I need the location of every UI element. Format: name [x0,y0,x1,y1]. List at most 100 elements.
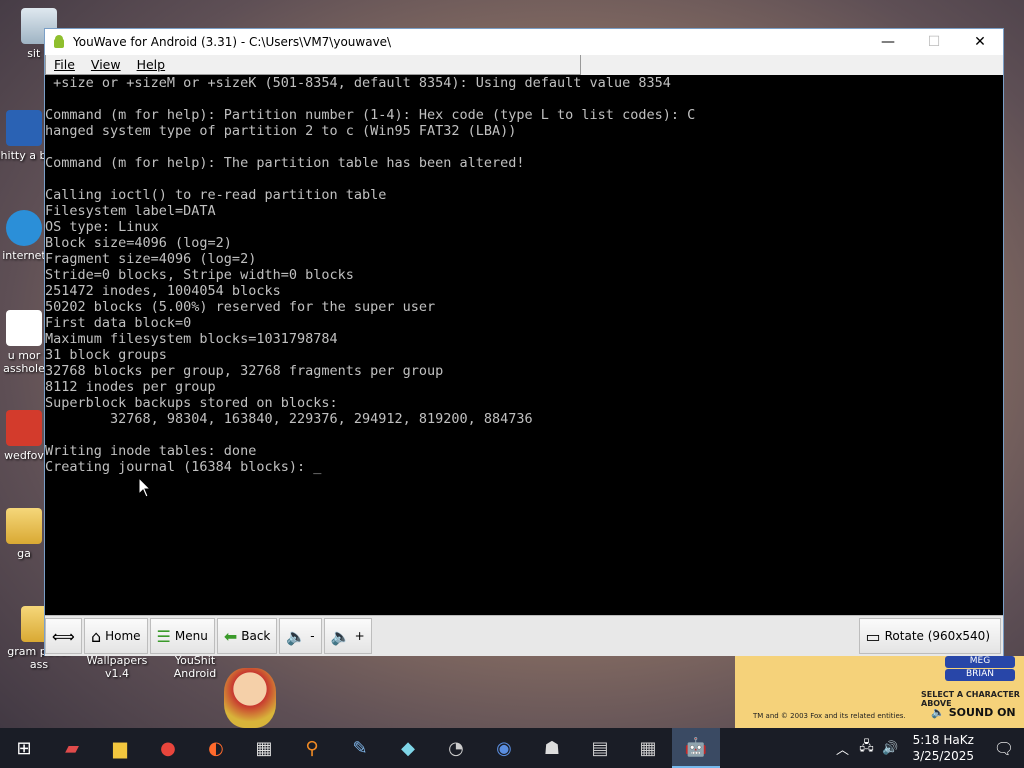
desktop-icon-label: u mor asshole [3,349,45,375]
sound-toggle[interactable]: 🔈 SOUND ON [931,706,1016,719]
taskbar-app-10[interactable]: ◉ [480,728,528,768]
terminal-line: Writing inode tables: done [45,443,257,459]
desktop-icon-label: wedfov [4,449,44,462]
menu-icon: ☰ [156,626,171,646]
app-icon [6,110,42,146]
system-tray: ︿ 🖧 🔊 5:18 HaKz 3/25/2025 🗨 [830,728,1024,768]
menu-bar: File View Help [45,55,581,75]
network-button[interactable]: 🖧 [854,728,878,768]
window-title: YouWave for Android (3.31) - C:\Users\VM… [73,35,392,49]
resize-button[interactable]: ⟺ [45,618,82,654]
search-icon: ⚲ [305,737,319,759]
terminal-line: Creating journal (16384 blocks): _ [45,459,322,475]
taskbar-file-explorer[interactable]: ▆ [96,728,144,768]
app-icon [6,410,42,446]
taskbar-app-4[interactable]: ◐ [192,728,240,768]
back-button[interactable]: ⬅ Back [216,618,278,654]
desktop-icon-youshit[interactable]: YouShit Android [160,654,230,680]
speaker-icon: 🔈 [286,626,307,646]
youwave-window: YouWave for Android (3.31) - C:\Users\VM… [44,28,1004,656]
window-icon: ▤ [591,737,609,759]
volume-up-button[interactable]: 🔈 + [323,618,372,654]
taskbar-paint[interactable]: ✎ [336,728,384,768]
desktop-icon-label: Wallpapers v1.4 [86,654,148,680]
taskbar-app-11[interactable]: ☗ [528,728,576,768]
start-button[interactable]: ⊞ [0,728,48,768]
terminal-line: Filesystem label=DATA [45,203,216,219]
minimize-button[interactable]: — [865,29,911,55]
taskbar-app-1[interactable]: ▰ [48,728,96,768]
terminal-line: 31 block groups [45,347,167,363]
taskbar-app-13[interactable]: ▦ [624,728,672,768]
chrome-icon: ● [160,737,176,759]
home-button[interactable]: ⌂ Home [83,618,148,654]
windows-icon: ⊞ [16,737,32,759]
meg-button[interactable]: MEG [945,656,1015,668]
chrome-icon [6,310,42,346]
volume-button[interactable]: 🔊 [878,728,902,768]
terminal-line: 8112 inodes per group [45,379,216,395]
terminal-line: Command (m for help): Partition number (… [45,107,696,123]
terminal-line: 50202 blocks (5.00%) reserved for the su… [45,299,436,315]
title-bar[interactable]: YouWave for Android (3.31) - C:\Users\VM… [45,29,1003,55]
sound-label: SOUND ON [948,706,1016,719]
mouse-cursor-icon [139,478,151,498]
volume-up-label: + [354,629,365,643]
gauge-icon: ◔ [448,737,464,759]
taskbar-chrome[interactable]: ● [144,728,192,768]
taskbar: ⊞ ▰ ▆ ● ◐ ▦ ⚲ ✎ ◆ ◔ ◉ ☗ ▤ ▦ 🤖 ︿ 🖧 🔊 5:18… [0,728,1024,768]
terminal-line: Superblock backups stored on blocks: [45,395,338,411]
folder-icon [6,508,42,544]
brian-button[interactable]: BRIAN [945,669,1015,681]
menu-view[interactable]: View [83,57,129,72]
action-center-button[interactable]: 🗨 [984,728,1024,768]
show-hidden-icons-button[interactable]: ︿ [830,728,854,768]
rotate-button[interactable]: ▭ Rotate (960x540) [858,618,1001,654]
speaker-icon: 🔊 [882,740,899,756]
app-icon: ◐ [208,737,224,759]
taskbar-search-app[interactable]: ⚲ [288,728,336,768]
desktop-icon-wallpapers[interactable]: Wallpapers v1.4 [82,654,152,680]
volume-down-button[interactable]: 🔈 - [279,618,322,654]
copyright-text: TM and © 2003 Fox and its related entiti… [753,712,906,720]
clock[interactable]: 5:18 HaKz 3/25/2025 [902,732,984,764]
app-icon: ◆ [401,737,415,759]
home-icon: ⌂ [90,626,102,646]
terminal-line: 32768, 98304, 163840, 229376, 294912, 81… [45,411,533,427]
taskbar-app-12[interactable]: ▤ [576,728,624,768]
rotate-label: Rotate (960x540) [884,629,990,643]
app-icon: ◉ [496,737,512,759]
terminal-line: OS type: Linux [45,219,159,235]
terminal-screen[interactable]: +size or +sizeM or +sizeK (501-8354, def… [45,75,1003,615]
speaker-icon: 🔈 [931,706,945,719]
maximize-button[interactable]: ☐ [911,29,957,55]
menu-button[interactable]: ☰ Menu [149,618,215,654]
menu-help[interactable]: Help [129,57,174,72]
bottom-toolbar: ⟺ ⌂ Home ☰ Menu ⬅ Back 🔈 - 🔈 + ▭ Rotate (960x5… [45,615,1003,656]
grid-icon: ▦ [639,737,657,759]
rotate-device-icon: ▭ [865,626,881,646]
chevron-up-icon: ︿ [835,742,849,758]
taskbar-app-9[interactable]: ◔ [432,728,480,768]
terminal-line: hanged system type of partition 2 to c (… [45,123,517,139]
menu-label: Menu [174,629,208,643]
taskbar-app-8[interactable]: ◆ [384,728,432,768]
taskbar-app-5[interactable]: ▦ [240,728,288,768]
palette-icon: ✎ [352,737,368,759]
menu-file[interactable]: File [46,57,83,72]
taskbar-youwave[interactable]: 🤖 [672,728,720,768]
terminal-line: 32768 blocks per group, 32768 fragments … [45,363,444,379]
clock-time: 5:18 HaKz [912,733,974,747]
desktop-icon-label: internet [2,249,46,262]
notification-icon: 🗨 [993,738,1015,758]
internet-explorer-icon [6,210,42,246]
app-icon: ▰ [65,737,79,759]
people-icon: ☗ [543,737,561,759]
home-label: Home [105,629,141,643]
terminal-line: +size or +sizeM or +sizeK (501-8354, def… [45,75,671,91]
desktop-icon-label: ga [17,547,31,560]
close-button[interactable]: ✕ [957,29,1003,55]
character-select-panel: MEG BRIAN SELECT A CHARACTER ABOVE TM an… [735,656,1024,728]
speaker-icon: 🔈 [330,626,351,646]
